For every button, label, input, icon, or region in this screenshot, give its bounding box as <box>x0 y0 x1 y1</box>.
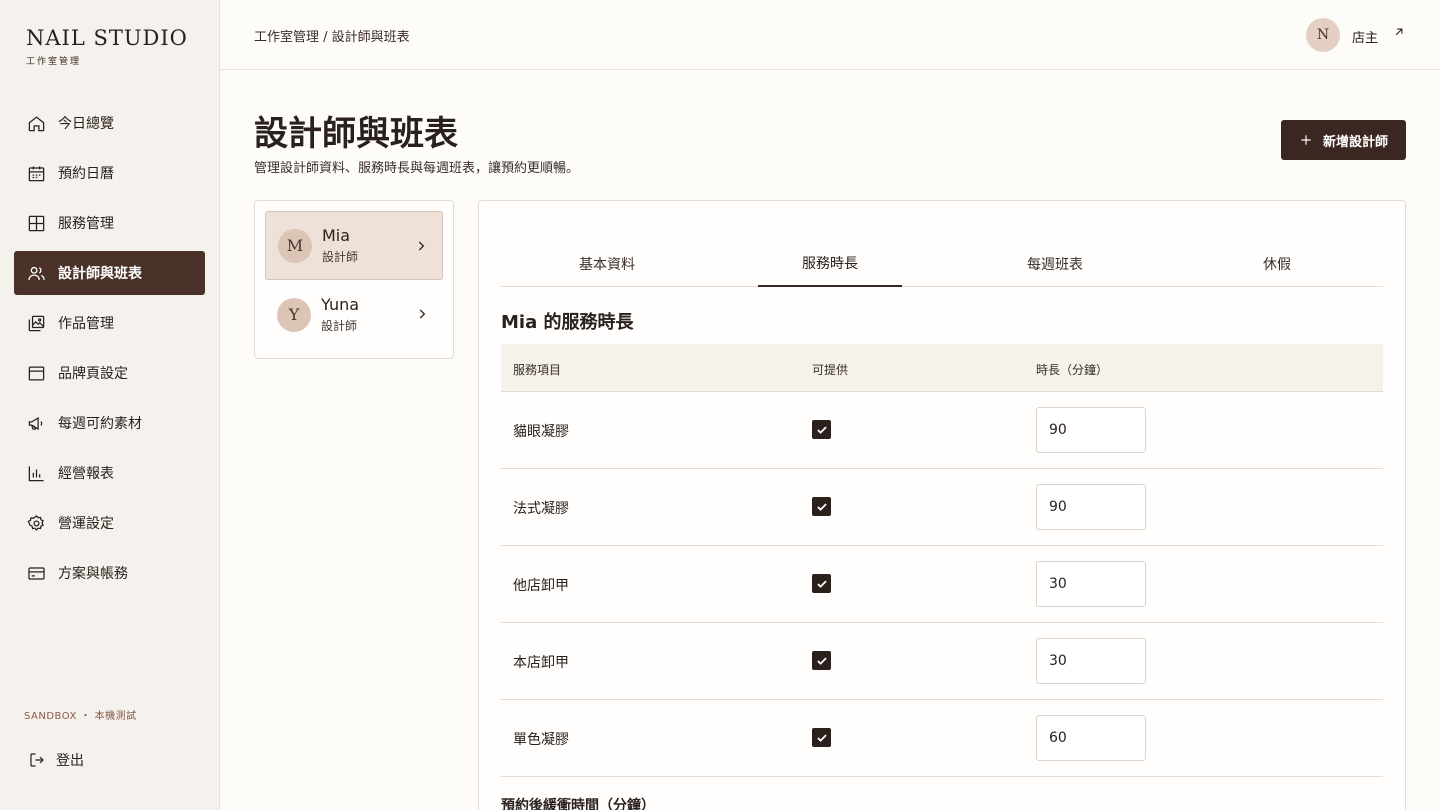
sidebar-item-operations[interactable]: 營運設定 <box>14 501 205 545</box>
column-header-service: 服務項目 <box>513 363 562 377</box>
service-name: 法式凝膠 <box>513 501 569 517</box>
sidebar-nav: 今日總覽 預約日曆 服務管理 設計師與班表 作品管理 品牌頁設定 每週可約素材 <box>14 101 205 601</box>
plus-icon <box>1301 135 1311 145</box>
users-icon <box>28 266 45 280</box>
tab-service-duration[interactable]: 服務時長 <box>758 241 902 287</box>
sidebar: NAIL STUDIO 工作室管理 今日總覽 預約日曆 服務管理 設計師與班表 … <box>0 0 220 810</box>
check-icon <box>816 425 827 434</box>
available-checkbox[interactable] <box>812 651 831 670</box>
sidebar-item-designers[interactable]: 設計師與班表 <box>14 251 205 295</box>
calendar-icon <box>28 165 45 181</box>
tab-bar: 基本資料 服務時長 每週班表 休假 <box>501 241 1383 287</box>
sidebar-item-label: 經營報表 <box>58 466 114 482</box>
layout-icon <box>28 366 45 380</box>
sidebar-item-label: 作品管理 <box>58 316 114 332</box>
sidebar-item-label: 今日總覽 <box>58 116 114 132</box>
available-checkbox[interactable] <box>812 574 831 593</box>
sidebar-item-calendar[interactable]: 預約日曆 <box>14 151 205 195</box>
megaphone-icon <box>28 416 43 430</box>
available-checkbox[interactable] <box>812 497 831 516</box>
designer-detail-card: 基本資料 服務時長 每週班表 休假 Mia 的服務時長 服務項目 可提供 時長（… <box>478 200 1406 810</box>
owner-label[interactable]: 店主 <box>1352 27 1378 46</box>
credit-card-icon <box>28 566 45 580</box>
buffer-time-label: 預約後緩衝時間（分鐘） <box>501 798 655 810</box>
logout-button[interactable]: 登出 <box>28 750 84 770</box>
chevron-right-icon <box>419 309 426 319</box>
available-checkbox[interactable] <box>812 728 831 747</box>
sidebar-item-label: 每週可約素材 <box>58 416 142 432</box>
sidebar-item-label: 預約日曆 <box>58 166 114 182</box>
sidebar-item-billing[interactable]: 方案與帳務 <box>14 551 205 595</box>
service-name: 貓眼凝膠 <box>513 424 569 440</box>
designer-role: 設計師 <box>322 250 359 264</box>
designer-name: Yuna <box>321 295 360 314</box>
grid-icon <box>28 215 45 231</box>
table-row: 他店卸甲 <box>501 546 1383 623</box>
bar-chart-icon <box>28 465 44 481</box>
sidebar-item-portfolio[interactable]: 作品管理 <box>14 301 205 345</box>
duration-input[interactable] <box>1036 407 1146 453</box>
table-row: 單色凝膠 <box>501 700 1383 777</box>
duration-input[interactable] <box>1036 484 1146 530</box>
environment-badge: SANDBOX ・ 本機測試 <box>24 711 137 722</box>
external-link-icon[interactable] <box>1392 25 1406 39</box>
designer-list: M Mia 設計師 Y Yuna 設計師 <box>254 200 454 359</box>
designer-role: 設計師 <box>321 319 358 333</box>
avatar[interactable]: N <box>1306 18 1340 52</box>
tab-basic-info[interactable]: 基本資料 <box>501 241 713 287</box>
sidebar-item-weekly-assets[interactable]: 每週可約素材 <box>14 401 205 445</box>
table-row: 本店卸甲 <box>501 623 1383 700</box>
check-icon <box>816 733 827 742</box>
table-row: 貓眼凝膠 <box>501 392 1383 469</box>
home-icon <box>28 115 45 131</box>
sidebar-item-label: 設計師與班表 <box>58 266 142 282</box>
duration-input[interactable] <box>1036 715 1146 761</box>
sidebar-item-services[interactable]: 服務管理 <box>14 201 205 245</box>
sidebar-item-brand-page[interactable]: 品牌頁設定 <box>14 351 205 395</box>
designer-name: Mia <box>322 226 351 245</box>
table-header: 服務項目 可提供 時長（分鐘） <box>501 344 1383 392</box>
tab-leave[interactable]: 休假 <box>1171 241 1383 287</box>
sidebar-item-label: 方案與帳務 <box>58 566 128 582</box>
available-checkbox[interactable] <box>812 420 831 439</box>
sidebar-item-label: 營運設定 <box>58 516 114 532</box>
service-name: 他店卸甲 <box>513 578 569 594</box>
page-title: 設計師與班表 <box>254 114 458 154</box>
tab-weekly-schedule[interactable]: 每週班表 <box>949 241 1161 287</box>
logout-icon <box>30 753 44 767</box>
service-name: 單色凝膠 <box>513 732 569 748</box>
duration-input[interactable] <box>1036 561 1146 607</box>
sidebar-item-label: 品牌頁設定 <box>58 366 128 382</box>
column-header-available: 可提供 <box>812 363 849 377</box>
gallery-icon <box>28 315 45 331</box>
breadcrumb: 工作室管理 / 設計師與班表 <box>254 30 410 45</box>
service-duration-table: 服務項目 可提供 時長（分鐘） 貓眼凝膠 法式凝膠 他店卸甲 本店卸甲 單色凝膠 <box>501 344 1383 777</box>
table-row: 法式凝膠 <box>501 469 1383 546</box>
chevron-right-icon <box>418 241 425 251</box>
avatar: Y <box>277 297 311 332</box>
sidebar-item-overview[interactable]: 今日總覽 <box>14 101 205 145</box>
logout-label: 登出 <box>56 753 84 769</box>
add-designer-button[interactable]: 新增設計師 <box>1281 120 1406 160</box>
duration-input[interactable] <box>1036 638 1146 684</box>
add-designer-label: 新增設計師 <box>1322 133 1388 149</box>
column-header-duration: 時長（分鐘） <box>1036 363 1109 377</box>
top-bar: 工作室管理 / 設計師與班表 N 店主 <box>220 0 1440 70</box>
designer-item-yuna[interactable]: Y Yuna 設計師 <box>265 280 443 349</box>
brand-name: NAIL STUDIO <box>26 26 188 50</box>
brand-subtitle: 工作室管理 <box>26 57 82 67</box>
check-icon <box>816 502 827 511</box>
designer-item-mia[interactable]: M Mia 設計師 <box>265 211 443 280</box>
page-description: 管理設計師資料、服務時長與每週班表，讓預約更順暢。 <box>254 161 580 176</box>
brand[interactable]: NAIL STUDIO 工作室管理 <box>26 26 188 67</box>
sidebar-item-reports[interactable]: 經營報表 <box>14 451 205 495</box>
section-title: Mia 的服務時長 <box>501 312 634 333</box>
check-icon <box>816 656 827 665</box>
gear-icon <box>27 514 44 531</box>
check-icon <box>816 579 827 588</box>
sidebar-item-label: 服務管理 <box>58 216 114 232</box>
service-name: 本店卸甲 <box>513 655 569 671</box>
avatar: M <box>278 228 312 263</box>
